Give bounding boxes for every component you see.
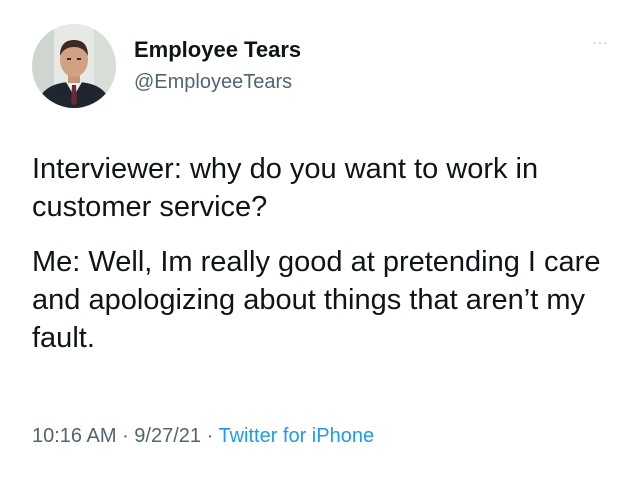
tweet-time[interactable]: 10:16 AM [32,425,117,447]
tweet-date[interactable]: 9/27/21 [134,425,201,447]
tweet-meta: 10:16 AM · 9/27/21 · Twitter for iPhone [32,425,374,448]
avatar-image [32,24,116,108]
tweet-text: Interviewer: why do you want to work in … [32,150,622,357]
meta-separator: · [201,425,219,447]
display-name[interactable]: Employee Tears [134,37,301,63]
tweet-paragraph: Me: Well, Im really good at pretending I… [32,246,601,354]
tweet-card: Employee Tears @EmployeeTears ··· Interv… [0,0,640,482]
tweet-source-link[interactable]: Twitter for iPhone [218,425,374,447]
avatar[interactable] [32,24,116,108]
more-options-icon[interactable]: ··· [592,34,609,50]
tweet-paragraph: Interviewer: why do you want to work in … [32,153,539,223]
meta-separator: · [116,425,135,447]
user-handle[interactable]: @EmployeeTears [134,71,292,94]
